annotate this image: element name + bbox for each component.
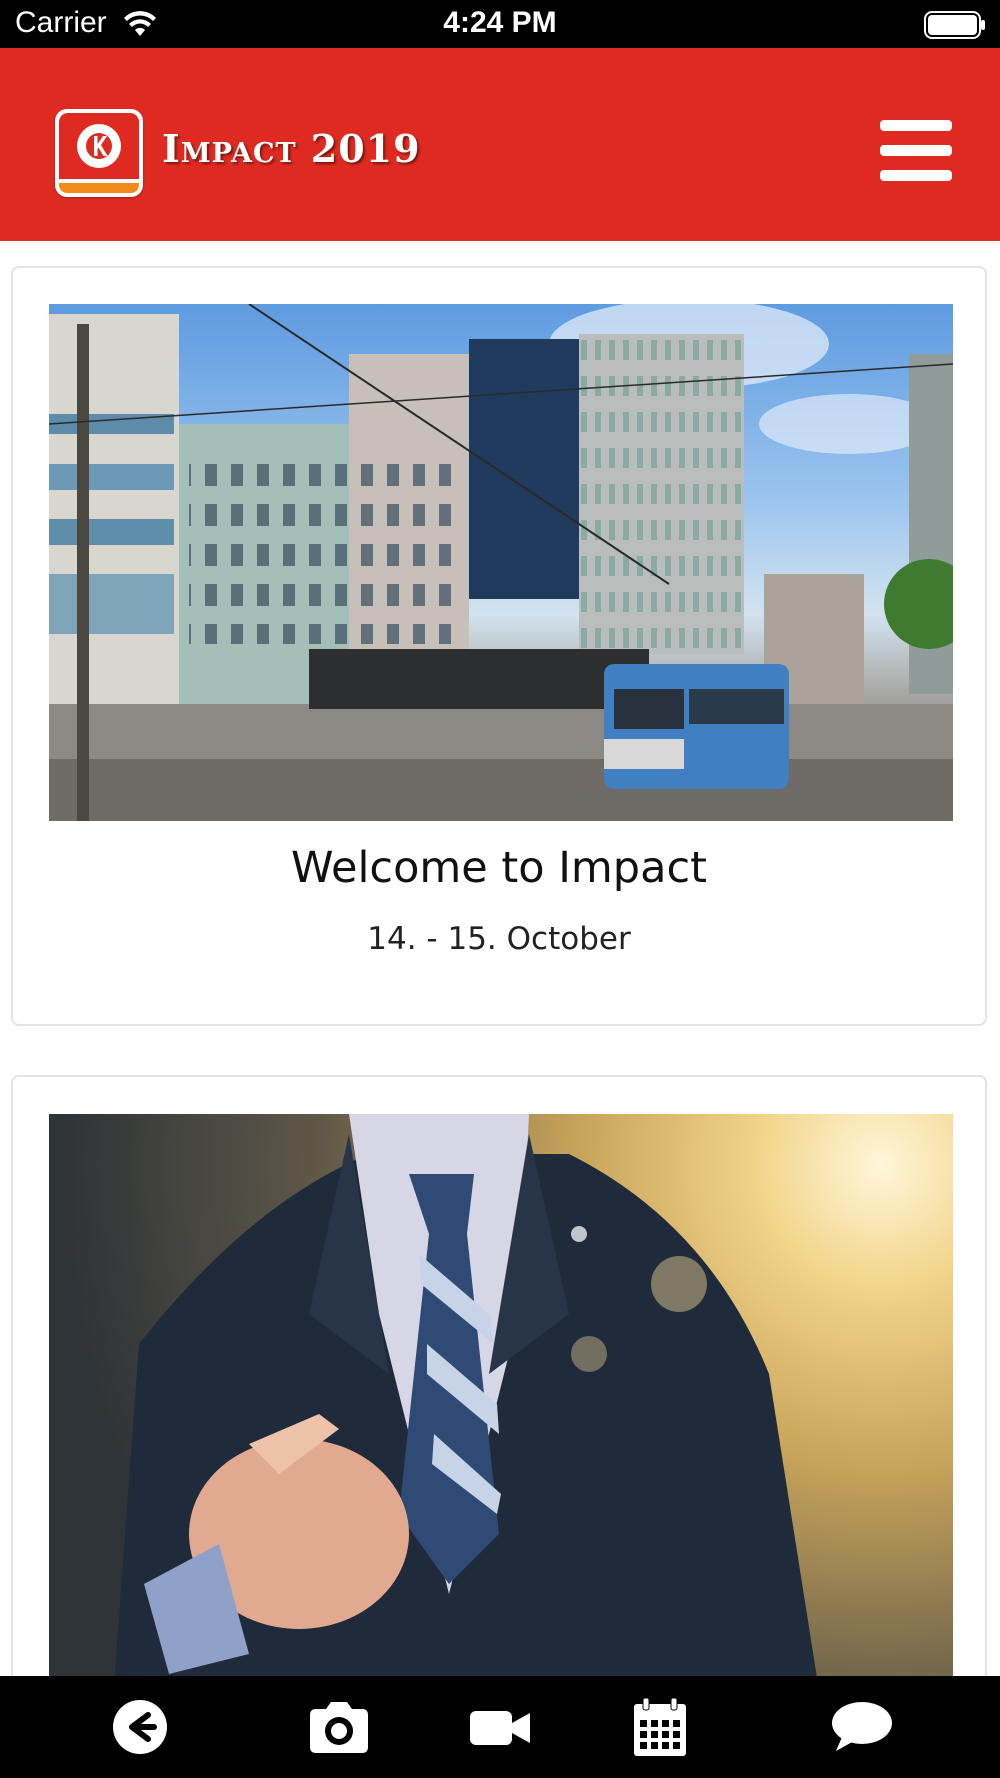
speaker-card[interactable]: [11, 1075, 987, 1775]
businessman-pointing-photo: [49, 1114, 953, 1754]
clock: 4:24 PM: [443, 6, 557, 39]
welcome-card[interactable]: Welcome to Impact 14. - 15. October: [11, 266, 987, 1026]
card-title: Welcome to Impact: [291, 843, 707, 893]
app-header: Impact 2019: [0, 48, 1000, 241]
building-photo: [49, 304, 953, 821]
battery-icon: [924, 11, 986, 39]
app-title: Impact 2019: [162, 126, 421, 171]
bottom-tab-bar: [0, 1676, 1000, 1778]
circle-k-logo[interactable]: [55, 109, 143, 197]
calendar-icon[interactable]: [631, 1692, 689, 1762]
status-bar: Carrier 4:24 PM: [0, 0, 1000, 48]
chat-bubble-icon[interactable]: [830, 1692, 894, 1762]
camera-icon[interactable]: [306, 1692, 372, 1762]
video-camera-icon[interactable]: [468, 1692, 532, 1762]
card-date: 14. - 15. October: [367, 921, 631, 957]
hamburger-menu-icon[interactable]: [880, 120, 952, 182]
back-arrow-icon[interactable]: [112, 1692, 168, 1762]
